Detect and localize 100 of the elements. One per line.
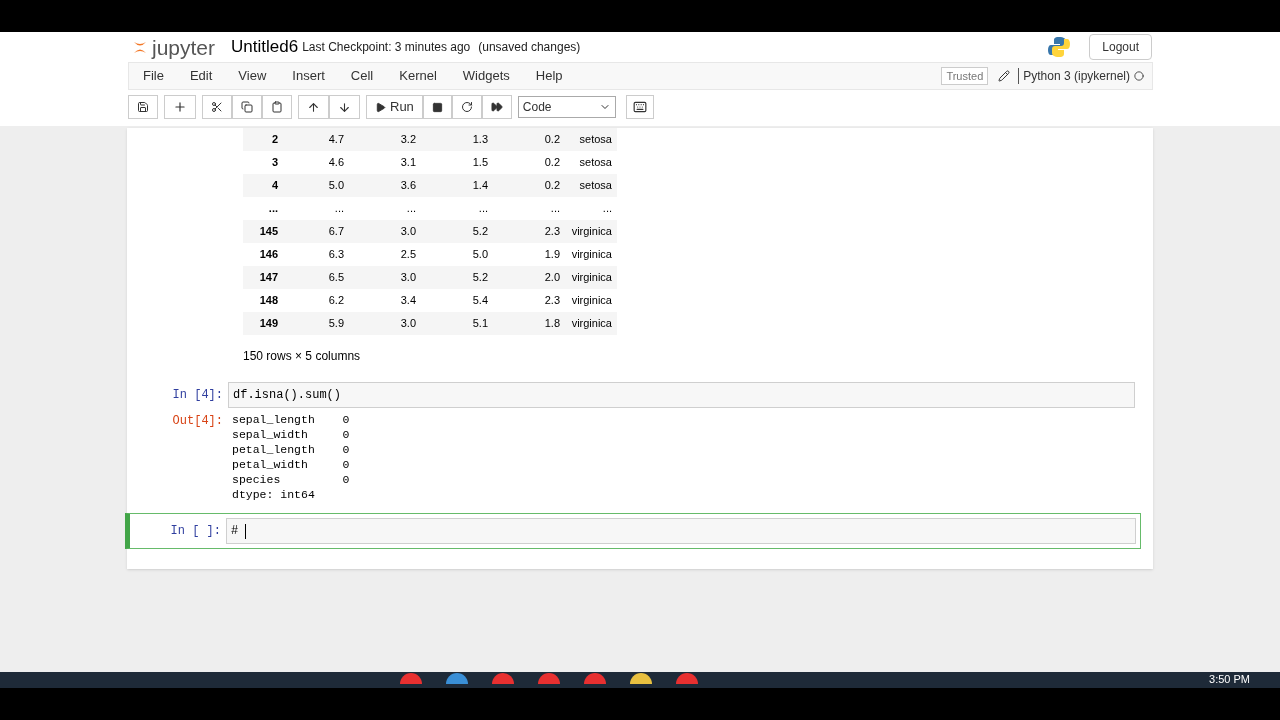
- table-cell: virginica: [565, 312, 617, 335]
- table-cell: 0.2: [493, 151, 565, 174]
- table-cell: 5.2: [421, 220, 493, 243]
- menu-item[interactable]: Widgets: [462, 66, 510, 86]
- clipboard-icon: [271, 101, 283, 113]
- table-cell: ...: [349, 197, 421, 220]
- logout-button[interactable]: Logout: [1089, 34, 1152, 60]
- taskbar-app-icon[interactable]: [630, 672, 652, 684]
- table-cell: setosa: [565, 174, 617, 197]
- row-index-cell: 145: [243, 220, 283, 243]
- text-cursor: [245, 523, 247, 539]
- copy-icon: [241, 101, 253, 113]
- run-button[interactable]: Run: [366, 95, 423, 119]
- menu-item[interactable]: File: [143, 66, 164, 86]
- trusted-badge[interactable]: Trusted: [941, 66, 989, 86]
- table-cell: 6.5: [283, 266, 349, 289]
- table-cell: setosa: [565, 128, 617, 151]
- notebook-cell[interactable]: In [4]: df.isna().sum() Out[4]: sepal_length 0 sepal_width 0 petal_length 0 petal_width 0 species 0 dtype: int64: [127, 379, 1139, 505]
- unsaved-text: (unsaved changes): [478, 39, 581, 56]
- table-cell: 3.4: [349, 289, 421, 312]
- code-editor[interactable]: #: [226, 518, 1136, 544]
- table-cell: 5.0: [283, 174, 349, 197]
- arrow-down-icon: [338, 100, 351, 114]
- table-cell: 1.8: [493, 312, 565, 335]
- table-cell: 3.6: [349, 174, 421, 197]
- table-cell: 4.7: [283, 128, 349, 151]
- table-cell: 5.4: [421, 289, 493, 312]
- play-icon: [375, 101, 386, 113]
- python-logo-icon: [1047, 35, 1072, 59]
- menu-item[interactable]: Cell: [350, 66, 374, 86]
- table-cell: 3.0: [349, 266, 421, 289]
- table-cell: virginica: [565, 220, 617, 243]
- scissors-icon: [211, 101, 223, 113]
- row-index-cell: 149: [243, 312, 283, 335]
- notebook-cell[interactable]: In [ ]: #: [125, 513, 1141, 549]
- interrupt-button[interactable]: [422, 95, 452, 119]
- menu-item[interactable]: Insert: [292, 66, 325, 86]
- table-cell: 3.1: [349, 151, 421, 174]
- arrow-up-icon: [307, 100, 320, 114]
- plus-icon: [173, 100, 187, 114]
- table-cell: ...: [565, 197, 617, 220]
- save-icon: [137, 101, 149, 113]
- table-cell: 5.1: [421, 312, 493, 335]
- input-prompt: In [4]:: [171, 387, 223, 404]
- taskbar-clock: 3:50 PM: [1209, 672, 1250, 686]
- row-index-cell: 146: [243, 243, 283, 266]
- output-text: sepal_length 0 sepal_width 0 petal_length 0 petal_width 0 species 0 dtype: int64: [231, 412, 350, 502]
- table-cell: 2.3: [493, 220, 565, 243]
- move-up-button[interactable]: [298, 95, 329, 119]
- table-cell: ...: [283, 197, 349, 220]
- table-cell: virginica: [565, 289, 617, 312]
- keyboard-icon: [632, 100, 647, 114]
- input-prompt: In [ ]:: [169, 523, 221, 540]
- menu-item[interactable]: Help: [535, 66, 563, 86]
- menu-item[interactable]: View: [238, 66, 267, 86]
- table-cell: virginica: [565, 243, 617, 266]
- cell-type-dropdown[interactable]: Code: [517, 96, 616, 118]
- row-index-cell: 3: [243, 151, 283, 174]
- row-index-cell: ...: [243, 197, 283, 220]
- edit-pencil-icon[interactable]: [998, 70, 1011, 82]
- code-editor[interactable]: df.isna().sum(): [228, 382, 1135, 408]
- table-shape-text: 150 rows × 5 columns: [243, 348, 362, 365]
- kernel-idle-icon: [1134, 71, 1144, 81]
- save-button[interactable]: [128, 95, 158, 119]
- checkpoint-text: Last Checkpoint: 3 minutes ago: [302, 39, 471, 56]
- taskbar-app-icon[interactable]: [446, 672, 468, 684]
- insert-cell-button[interactable]: [164, 95, 196, 119]
- table-cell: 4.6: [283, 151, 349, 174]
- table-cell: 2.5: [349, 243, 421, 266]
- kernel-name[interactable]: Python 3 (ipykernel): [1023, 67, 1130, 85]
- restart-icon: [460, 101, 473, 113]
- table-cell: 3.0: [349, 220, 421, 243]
- table-cell: virginica: [565, 266, 617, 289]
- table-cell: 0.2: [493, 174, 565, 197]
- row-index-cell: 2: [243, 128, 283, 151]
- table-cell: 3.2: [349, 128, 421, 151]
- run-all-button[interactable]: [481, 95, 512, 119]
- table-cell: 5.9: [283, 312, 349, 335]
- row-index-cell: 4: [243, 174, 283, 197]
- table-cell: 6.7: [283, 220, 349, 243]
- command-palette-button[interactable]: [625, 95, 654, 119]
- app-logo-text: jupyter: [152, 36, 216, 58]
- table-cell: 6.3: [283, 243, 349, 266]
- row-index-cell: 147: [243, 266, 283, 289]
- fast-forward-icon: [490, 101, 503, 113]
- menu-item[interactable]: Edit: [189, 66, 213, 86]
- row-index-cell: 148: [243, 289, 283, 312]
- restart-button[interactable]: [451, 95, 482, 119]
- table-cell: 2.3: [493, 289, 565, 312]
- cut-button[interactable]: [202, 95, 232, 119]
- paste-button[interactable]: [262, 95, 292, 119]
- table-cell: ...: [493, 197, 565, 220]
- table-cell: 1.5: [421, 151, 493, 174]
- output-prompt: Out[4]:: [171, 413, 223, 430]
- notebook-name[interactable]: Untitled6: [231, 34, 299, 60]
- table-cell: 5.0: [421, 243, 493, 266]
- move-down-button[interactable]: [329, 95, 360, 119]
- menu-item[interactable]: Kernel: [399, 66, 437, 86]
- table-cell: 3.0: [349, 312, 421, 335]
- table-cell: 1.3: [421, 128, 493, 151]
